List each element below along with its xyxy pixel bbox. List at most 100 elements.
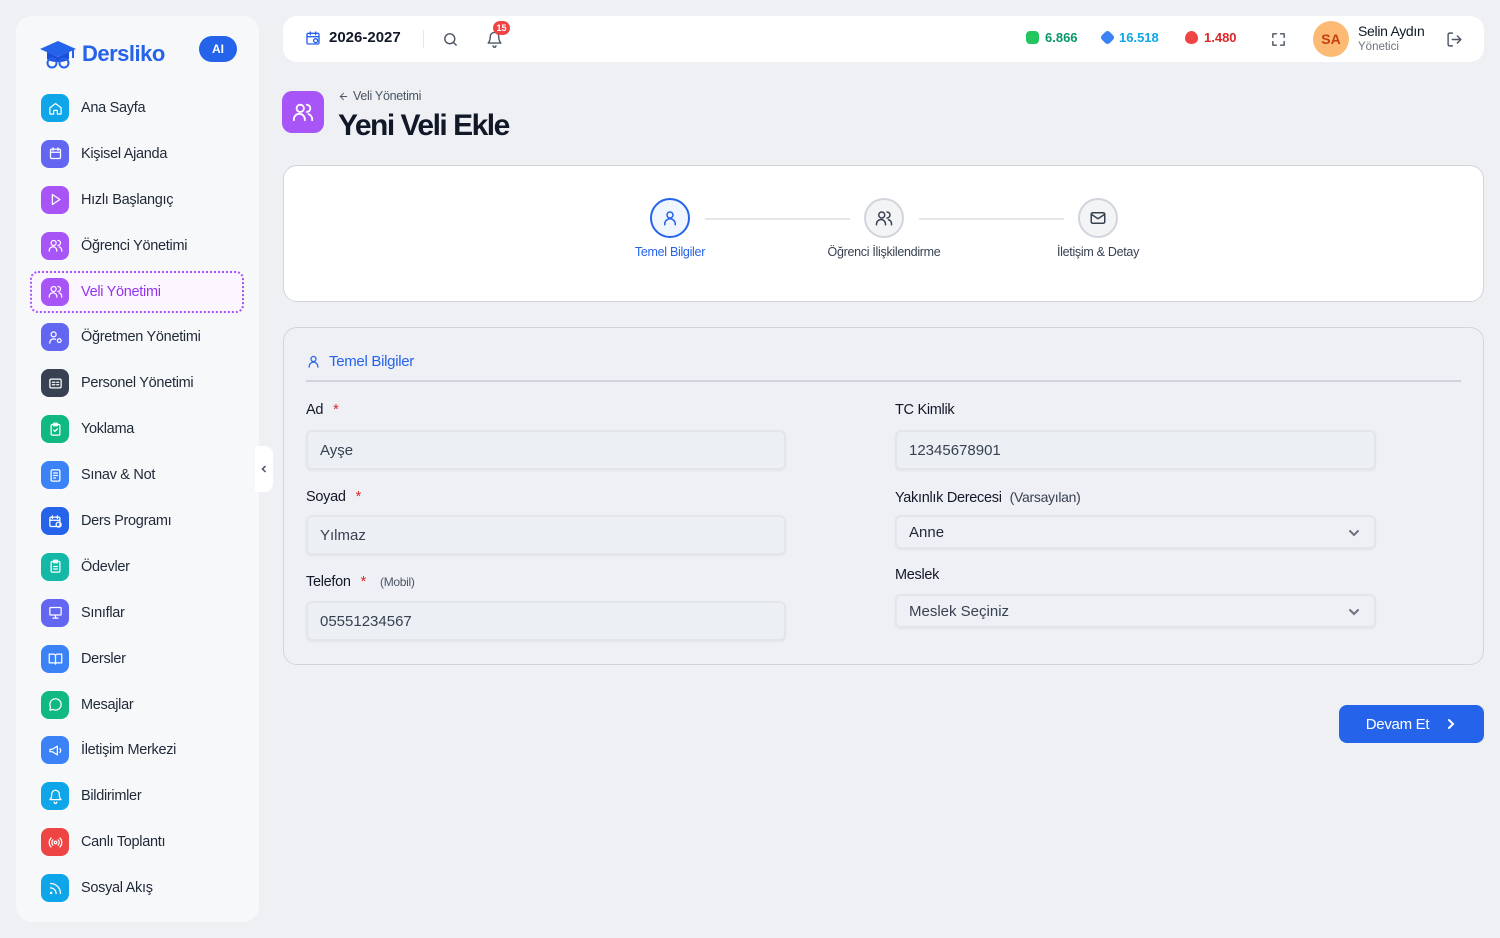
sidebar-item-label: Personel Yönetimi: [81, 375, 194, 392]
sidebar-item-ders-programi[interactable]: Ders Programı: [30, 500, 244, 542]
sidebar-item-hizli-baslangic[interactable]: Hızlı Başlangıç: [30, 179, 244, 221]
sidebar-item-ana-sayfa[interactable]: Ana Sayfa: [30, 87, 244, 129]
sidebar-item-label: İletişim Merkezi: [81, 742, 177, 759]
tc-input[interactable]: [895, 430, 1376, 470]
avatar[interactable]: SA: [1313, 21, 1349, 57]
message-icon: [41, 690, 69, 719]
phone-label: Telefon * (Mobil): [306, 574, 415, 590]
arrow-left-icon: [339, 92, 348, 100]
breadcrumb[interactable]: Veli Yönetimi: [338, 89, 421, 103]
sidebar-item-label: Dersler: [81, 650, 126, 667]
users-icon: [875, 211, 893, 226]
id-card-icon: [41, 369, 69, 398]
sidebar-item-kisisel-ajanda[interactable]: Kişisel Ajanda: [30, 133, 244, 175]
sidebar-collapse-button[interactable]: [255, 446, 273, 492]
sidebar-item-veli-yonetimi[interactable]: Veli Yönetimi: [30, 270, 244, 313]
graduation-cap-icon: [40, 41, 76, 69]
basic-info-form: Temel Bilgiler Ad* Soyad* Telefon*(Mobil…: [283, 327, 1484, 665]
money-icon: [1026, 31, 1039, 44]
logout-button[interactable]: [1444, 29, 1464, 49]
academic-year: 2026-2027: [329, 29, 401, 46]
sidebar-item-label: Bildirimler: [81, 788, 142, 805]
step-contact-detail[interactable]: İletişim & Detay: [1018, 198, 1178, 259]
bell-icon: [41, 782, 69, 811]
page-title: Yeni Veli Ekle: [338, 109, 510, 142]
sidebar-item-odevler[interactable]: Ödevler: [30, 546, 244, 588]
stat-money[interactable]: 6.866: [1026, 30, 1078, 45]
calendar-icon: [306, 30, 320, 45]
sidebar-item-label: Yoklama: [81, 421, 134, 438]
play-icon: [41, 185, 69, 214]
sidebar-item-canli-toplanti[interactable]: Canlı Toplantı: [30, 821, 244, 863]
mail-icon: [1090, 212, 1106, 224]
book-icon: [41, 644, 69, 673]
sidebar-item-siniflar[interactable]: Sınıflar: [30, 592, 244, 634]
relation-selected: Anne: [909, 523, 945, 541]
sidebar-item-label: Öğretmen Yönetimi: [81, 329, 201, 346]
sidebar-item-label: Mesajlar: [81, 696, 134, 713]
user-icon: [664, 211, 676, 226]
sidebar-item-personel-yonetimi[interactable]: Personel Yönetimi: [30, 362, 244, 404]
first-name-label: Ad *: [306, 402, 339, 418]
megaphone-icon: [41, 736, 69, 765]
chevron-left-icon: [261, 465, 267, 473]
phone-input[interactable]: [306, 601, 786, 641]
stepper: Temel Bilgiler Öğrenci İlişkilendirme İl…: [283, 165, 1484, 302]
sidebar-item-iletisim-merkezi[interactable]: İletişim Merkezi: [30, 729, 244, 771]
job-selected: Meslek Seçiniz: [909, 602, 1010, 620]
step-circle: [864, 198, 904, 238]
step-circle: [650, 198, 690, 238]
user-name: Selin Aydın: [1358, 23, 1425, 39]
users-icon: [41, 277, 69, 306]
exam-icon: [41, 461, 69, 490]
broadcast-icon: [41, 828, 69, 857]
sidebar-item-ogretmen-yonetimi[interactable]: Öğretmen Yönetimi: [30, 316, 244, 358]
sidebar-item-dersler[interactable]: Dersler: [30, 638, 244, 680]
job-select[interactable]: Meslek Seçiniz: [895, 594, 1376, 628]
page-users-icon: [282, 91, 324, 133]
sidebar-item-label: Sosyal Akış: [81, 880, 153, 897]
job-label: Meslek: [895, 567, 940, 583]
brand-name: Dersliko: [82, 41, 165, 66]
brand-logo[interactable]: Dersliko: [38, 34, 165, 74]
logout-icon: [1446, 31, 1462, 47]
continue-label: Devam Et: [1365, 715, 1430, 733]
fullscreen-button[interactable]: [1268, 29, 1288, 49]
step-student-link[interactable]: Öğrenci İlişkilendirme: [804, 198, 964, 259]
sidebar-item-label: Veli Yönetimi: [81, 283, 161, 300]
step-label: İletişim & Detay: [1056, 245, 1140, 259]
section-header: Temel Bilgiler: [306, 353, 414, 370]
continue-button[interactable]: Devam Et: [1339, 705, 1484, 743]
calendar-icon: [41, 139, 69, 168]
last-name-input[interactable]: [306, 515, 786, 555]
topbar: 2026-2027 15 6.866 16.518 1.480 SA Selin…: [283, 16, 1484, 62]
chevron-down-icon: [1348, 605, 1360, 622]
first-name-input[interactable]: [306, 430, 786, 470]
sidebar-item-mesajlar[interactable]: Mesajlar: [30, 684, 244, 726]
search-button[interactable]: [440, 29, 460, 49]
sidebar-item-bildirimler[interactable]: Bildirimler: [30, 775, 244, 817]
teacher-icon: [41, 323, 69, 352]
sidebar-item-label: Sınıflar: [81, 604, 125, 621]
ai-button[interactable]: AI: [199, 36, 237, 62]
sidebar-item-ogrenci-yonetimi[interactable]: Öğrenci Yönetimi: [30, 225, 244, 267]
sidebar-item-label: Sınav & Not: [81, 467, 156, 484]
stat-gem-value: 16.518: [1119, 30, 1159, 45]
sidebar: Dersliko AI Ana Sayfa Kişisel Ajanda Hızlı…: [16, 16, 259, 922]
section-title: Temel Bilgiler: [329, 353, 414, 370]
chevron-right-icon: [1448, 719, 1455, 729]
sidebar-item-sinav-not[interactable]: Sınav & Not: [30, 454, 244, 496]
step-basic-info[interactable]: Temel Bilgiler: [590, 198, 750, 259]
relation-select[interactable]: Anne: [895, 515, 1376, 549]
sidebar-item-label: Ana Sayfa: [81, 100, 146, 116]
rss-icon: [41, 874, 69, 903]
fullscreen-icon: [1271, 32, 1285, 46]
sidebar-item-label: Kişisel Ajanda: [81, 145, 168, 162]
sidebar-item-yoklama[interactable]: Yoklama: [30, 408, 244, 450]
stat-fire[interactable]: 1.480: [1185, 30, 1237, 45]
sidebar-item-sosyal-akis[interactable]: Sosyal Akış: [30, 867, 244, 909]
sidebar-item-label: Ödevler: [81, 558, 130, 575]
academic-year-selector[interactable]: 2026-2027: [305, 29, 401, 46]
stat-gem[interactable]: 16.518: [1099, 29, 1159, 46]
clipboard-check-icon: [41, 415, 69, 444]
